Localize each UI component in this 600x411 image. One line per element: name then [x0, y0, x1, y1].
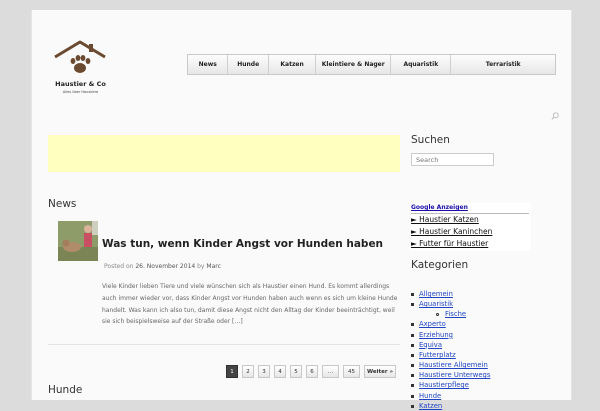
nav-item-news[interactable]: News: [188, 55, 229, 74]
main-navigation: News Hunde Katzen Kleintiere & Nager Aquaris…: [187, 54, 556, 75]
nav-item-kleintiere-nager[interactable]: Kleintiere & Nager: [316, 55, 392, 74]
by-label: by: [197, 263, 205, 270]
google-ads-widget: Google Anzeigen ► Haustier Katzen ► Haust…: [411, 203, 531, 251]
nav-item-aquaristik[interactable]: Aquaristik: [391, 55, 452, 74]
category-item[interactable]: Hunde: [411, 391, 490, 401]
search-icon[interactable]: [551, 112, 559, 120]
category-item[interactable]: Katzen: [411, 401, 490, 411]
category-item[interactable]: Erziehung: [411, 330, 490, 340]
nav-item-hunde[interactable]: Hunde: [228, 55, 269, 74]
post-author[interactable]: Marc: [206, 263, 221, 270]
category-item[interactable]: Equiva: [411, 340, 490, 350]
google-ad-link[interactable]: ► Haustier Katzen: [411, 214, 531, 226]
categories-widget-title: Kategorien: [411, 259, 469, 271]
pagination-page-button[interactable]: 6: [306, 365, 318, 378]
category-item[interactable]: Allgemein: [411, 289, 490, 299]
divider: [48, 344, 400, 345]
post-date[interactable]: 26. November 2014: [135, 263, 195, 270]
post-meta: Posted on 26. November 2014 by Marc: [104, 263, 221, 270]
pagination: 1 2 3 4 5 6… 45 Weiter »: [226, 365, 396, 378]
pagination-page-button[interactable]: 45: [343, 365, 360, 378]
pagination-next-button[interactable]: Weiter »: [364, 365, 396, 378]
category-item[interactable]: Haustiere Unterwegs: [411, 370, 490, 380]
page-container: Haustier & Co Alles über Haustiere News H…: [31, 10, 572, 410]
category-subitem[interactable]: Fische: [411, 309, 490, 319]
post-title[interactable]: Was tun, wenn Kinder Angst vor Hunden ha…: [102, 238, 383, 250]
pagination-page-button[interactable]: 2: [242, 365, 254, 378]
post-excerpt: Viele Kinder lieben Tiere und viele wüns…: [102, 283, 398, 326]
google-ad-link[interactable]: ► Haustier Kaninchen: [411, 226, 531, 238]
pagination-page-button[interactable]: 5: [290, 365, 302, 378]
category-item[interactable]: Futterplatz: [411, 350, 490, 360]
nav-item-terraristik[interactable]: Terraristik: [451, 55, 555, 74]
site-logo[interactable]: Haustier & Co Alles über Haustiere: [49, 33, 112, 103]
section-title-hunde: Hunde: [48, 384, 83, 396]
section-title-news: News: [48, 198, 77, 210]
category-item[interactable]: Aquaristik: [411, 299, 490, 309]
logo-title: Haustier & Co: [55, 80, 106, 88]
posted-on-label: Posted on: [104, 263, 134, 270]
child-dog-photo: [58, 221, 98, 261]
post-thumbnail[interactable]: [58, 221, 98, 261]
nav-item-katzen[interactable]: Katzen: [269, 55, 317, 74]
google-ad-link[interactable]: ► Futter für Haustier: [411, 238, 531, 250]
category-item[interactable]: Haustierpflege: [411, 380, 490, 390]
pagination-page-button[interactable]: 4: [274, 365, 286, 378]
logo-subtitle: Alles über Haustiere: [62, 90, 99, 94]
search-widget-title: Suchen: [411, 134, 450, 146]
ad-banner[interactable]: [48, 135, 400, 172]
categories-list: Allgemein Aquaristik Fische Axperto Erziehun…: [411, 289, 490, 411]
house-paw-icon: [54, 40, 106, 73]
category-item[interactable]: Haustiere Allgemein: [411, 360, 490, 370]
pagination-page-button[interactable]: 3: [258, 365, 270, 378]
google-ads-header[interactable]: Google Anzeigen: [411, 203, 531, 213]
search-input[interactable]: [411, 153, 494, 166]
pagination-page-button[interactable]: 1: [226, 365, 238, 378]
pagination-ellipsis: …: [322, 365, 339, 378]
category-item[interactable]: Axperto: [411, 319, 490, 329]
